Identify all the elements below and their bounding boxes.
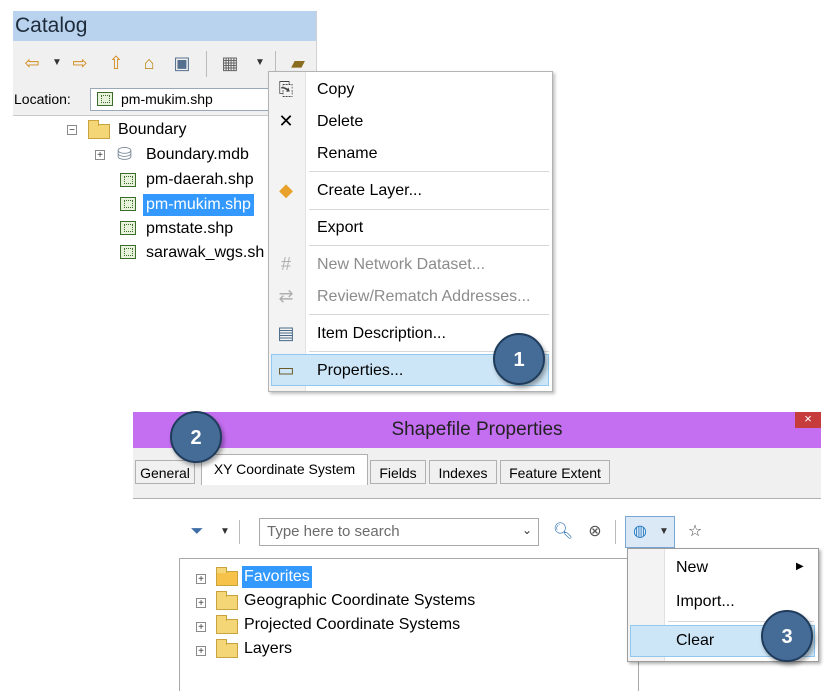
tree-item-projected-coordinate-systems[interactable]: Projected Coordinate Systems: [244, 614, 460, 636]
coordinate-system-tree: + Favorites + Geographic Coordinate Syst…: [179, 558, 639, 691]
shapefile-icon: [120, 197, 136, 211]
menu-item-properties[interactable]: Properties...: [317, 361, 403, 381]
tab-fields[interactable]: Fields: [370, 460, 426, 484]
submenu-arrow-icon: ▶: [796, 561, 804, 572]
search-placeholder: Type here to search: [267, 523, 400, 540]
tab-bar: General XY Coordinate System Fields Inde…: [133, 448, 821, 499]
properties-icon: ▭: [277, 360, 295, 380]
menu-item-rename[interactable]: Rename: [317, 144, 377, 164]
folder-icon: [88, 120, 110, 139]
shapefile-icon: [97, 92, 113, 106]
globe-icon: ◍: [633, 523, 647, 540]
menu-item-item-description[interactable]: Item Description...: [317, 324, 446, 344]
home-icon[interactable]: ⌂: [138, 52, 160, 74]
folder-icon: [216, 615, 238, 634]
tab-feature-extent[interactable]: Feature Extent: [500, 460, 610, 484]
folder-icon: [216, 591, 238, 610]
tab-general[interactable]: General: [135, 460, 195, 484]
close-button[interactable]: ×: [795, 412, 821, 428]
network-grid-icon: #: [280, 254, 291, 274]
back-dropdown-icon[interactable]: ▼: [46, 52, 68, 74]
menu-item-new[interactable]: New: [676, 559, 708, 577]
menu-item-export[interactable]: Export: [317, 218, 363, 238]
step-badge-1: 1: [493, 333, 545, 385]
menu-separator: [309, 314, 549, 315]
expand-expander-icon[interactable]: +: [196, 598, 206, 609]
tree-item-boundary[interactable]: Boundary: [118, 119, 187, 141]
add-dropdown-icon: ▼: [659, 526, 669, 537]
expand-expander-icon[interactable]: +: [196, 574, 206, 585]
tab-xy-coordinate-system[interactable]: XY Coordinate System: [201, 454, 368, 485]
expand-expander-icon[interactable]: +: [95, 150, 105, 161]
favorites-folder-icon: [216, 567, 238, 586]
favorites-star-icon[interactable]: ☆: [683, 520, 707, 544]
expand-expander-icon[interactable]: +: [196, 622, 206, 633]
tree-item-boundary-mdb[interactable]: Boundary.mdb: [146, 144, 249, 166]
expand-expander-icon[interactable]: +: [196, 646, 206, 657]
back-arrow-icon[interactable]: ⇦: [21, 52, 43, 74]
shapefile-icon: [120, 173, 136, 187]
menu-item-import[interactable]: Import...: [676, 593, 735, 611]
toolbar-separator: [206, 51, 207, 77]
step-badge-3: 3: [761, 610, 813, 662]
location-label: Location:: [14, 91, 71, 107]
step-badge-2: 2: [170, 411, 222, 463]
menu-item-clear[interactable]: Clear: [676, 632, 714, 650]
catalog-title: Catalog: [13, 11, 316, 41]
toolbar-separator: [239, 520, 240, 544]
document-icon: ▤: [277, 323, 295, 343]
shapefile-icon: [120, 245, 136, 259]
menu-item-delete[interactable]: Delete: [317, 112, 363, 132]
filter-icon[interactable]: ⏷: [185, 520, 209, 544]
toolbar-separator: [615, 520, 616, 544]
layer-diamond-icon: ◆: [279, 180, 293, 200]
folder-icon: [216, 639, 238, 658]
shapefile-icon: [120, 221, 136, 235]
up-one-level-icon[interactable]: ⇧: [105, 52, 127, 74]
tab-indexes[interactable]: Indexes: [429, 460, 497, 484]
tree-item-geographic-coordinate-systems[interactable]: Geographic Coordinate Systems: [244, 590, 475, 612]
clear-search-icon[interactable]: ⊗: [583, 520, 607, 544]
dialog-title: Shapefile Properties: [391, 419, 563, 440]
copy-icon: ⎘: [278, 79, 294, 99]
view-options-icon[interactable]: ▦: [219, 52, 241, 74]
menu-item-new-network-dataset: New Network Dataset...: [317, 256, 486, 273]
tree-item-layers[interactable]: Layers: [244, 638, 292, 660]
dialog-titlebar: Shapefile Properties ×: [133, 412, 821, 448]
search-icon[interactable]: 🔍︎: [551, 520, 575, 544]
search-dropdown-icon[interactable]: ⌄: [522, 523, 532, 537]
search-input[interactable]: Type here to search ⌄: [259, 518, 539, 546]
tree-item-pm-daerah[interactable]: pm-daerah.shp: [146, 169, 254, 191]
delete-x-icon: ✕: [278, 111, 294, 131]
tree-item-sarawak-wgs[interactable]: sarawak_wgs.sh: [146, 242, 264, 264]
collapse-expander-icon[interactable]: −: [67, 125, 77, 136]
geodatabase-icon: ⛁: [117, 144, 133, 164]
filter-dropdown-icon[interactable]: ▼: [213, 520, 237, 544]
menu-item-review-rematch: Review/Rematch Addresses...: [317, 288, 531, 305]
menu-separator: [309, 171, 549, 172]
tree-item-pmstate[interactable]: pmstate.shp: [146, 218, 233, 240]
connect-folder-icon[interactable]: ▣: [171, 52, 193, 74]
tree-item-pm-mukim-selected[interactable]: pm-mukim.shp: [143, 194, 254, 216]
add-coordinate-system-button[interactable]: ◍ ▼: [625, 516, 675, 548]
menu-item-copy[interactable]: Copy: [317, 80, 354, 100]
forward-arrow-icon[interactable]: ⇨: [69, 52, 91, 74]
menu-separator: [309, 209, 549, 210]
tree-item-favorites[interactable]: Favorites: [242, 566, 312, 588]
menu-item-create-layer[interactable]: Create Layer...: [317, 181, 422, 201]
menu-separator: [309, 245, 549, 246]
rematch-icon: ⇄: [278, 286, 294, 306]
location-value: pm-mukim.shp: [121, 91, 213, 107]
